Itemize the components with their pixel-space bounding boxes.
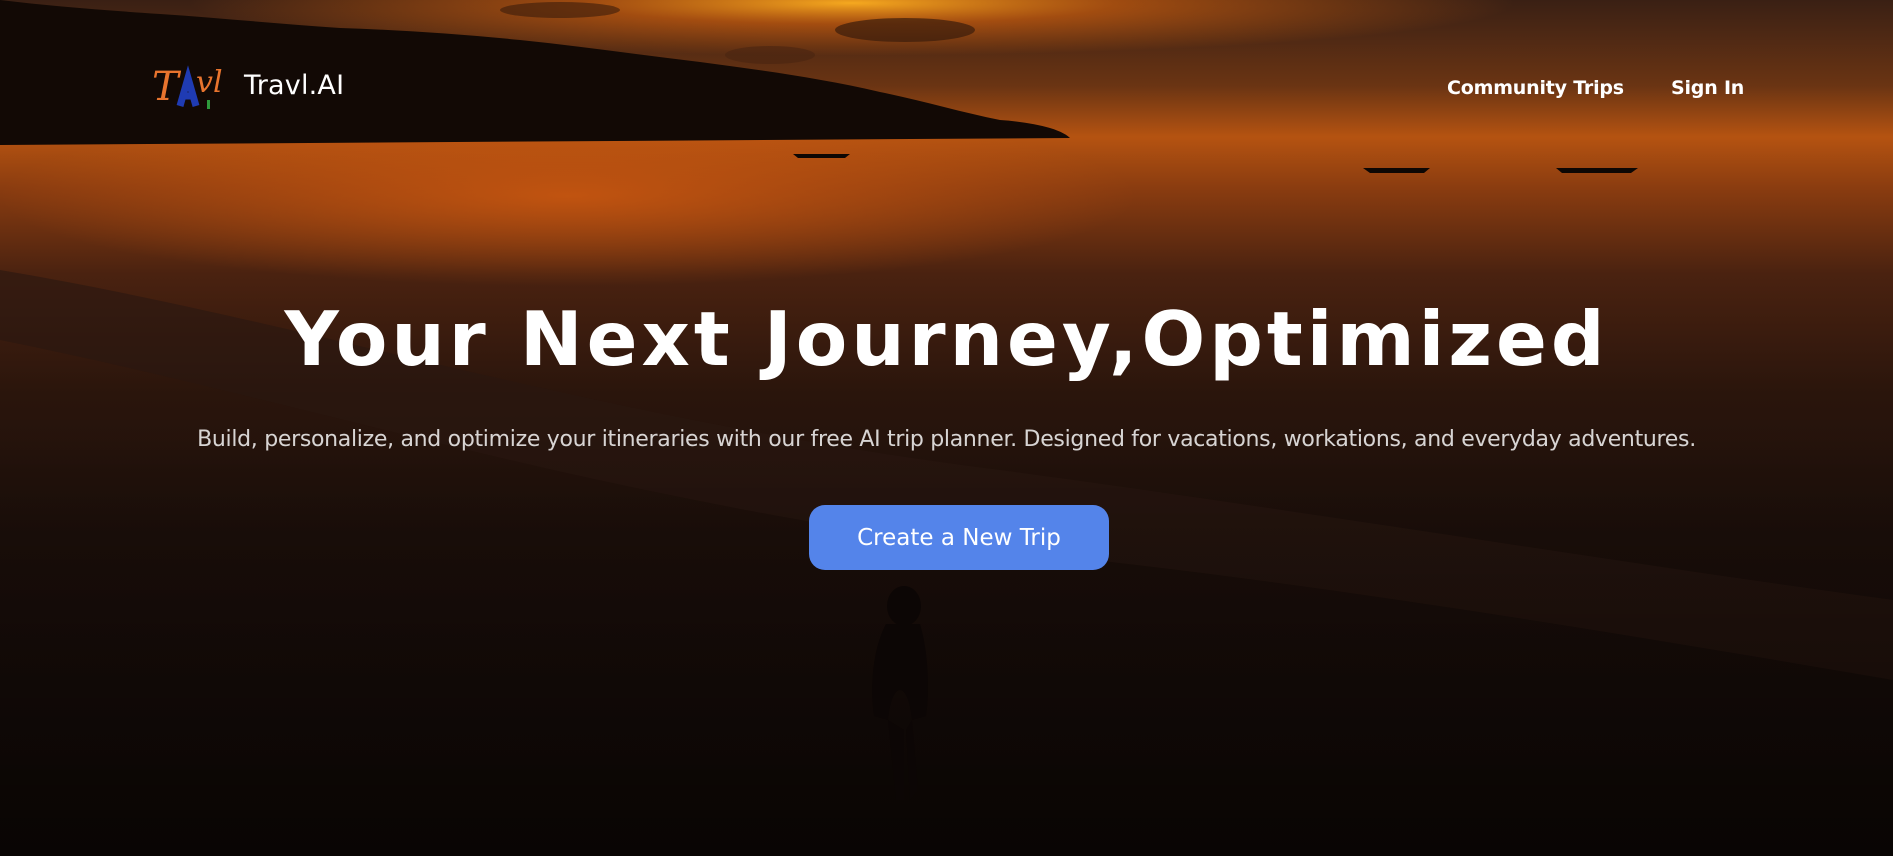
top-navigation: T vl Travl.AI Community Trips Sign In: [0, 0, 1893, 180]
create-new-trip-button[interactable]: Create a New Trip: [809, 505, 1109, 570]
sign-in-link[interactable]: Sign In: [1671, 77, 1744, 99]
brand-name[interactable]: Travl.AI: [244, 70, 344, 101]
svg-text:vl: vl: [196, 65, 223, 100]
hero-headline: Your Next Journey,Optimized: [284, 295, 1609, 383]
community-trips-link[interactable]: Community Trips: [1447, 77, 1624, 99]
hero-subheadline: Build, personalize, and optimize your it…: [197, 427, 1696, 452]
travl-logo[interactable]: T vl: [150, 58, 234, 112]
